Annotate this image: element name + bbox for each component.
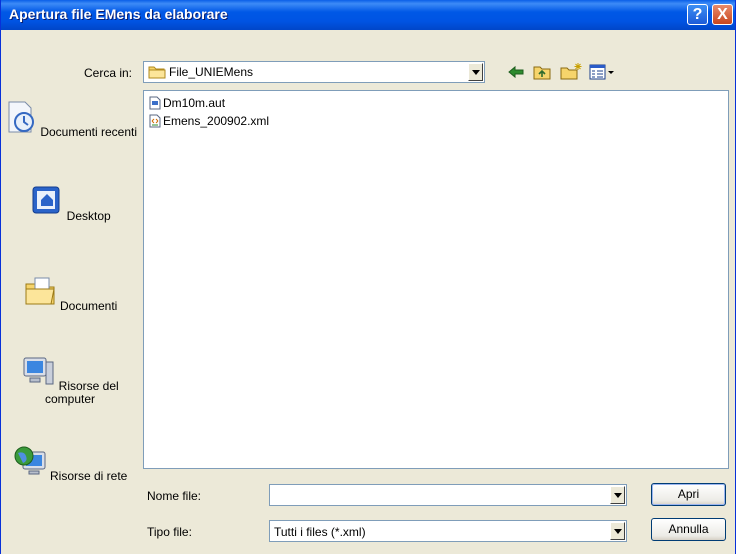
filename-label: Nome file: — [147, 489, 202, 503]
back-button[interactable] — [505, 61, 527, 83]
list-item[interactable]: Emens_200902.xml — [149, 113, 269, 129]
filetype-label: Tipo file: — [147, 525, 192, 539]
open-file-dialog: Apertura file EMens da elaborare ? X Cer… — [0, 0, 736, 554]
places-bar: Documenti recenti Desktop Documenti Riso… — [1, 82, 139, 524]
open-button[interactable]: Apri — [651, 483, 726, 506]
new-folder-button[interactable] — [559, 61, 582, 83]
view-menu-icon — [589, 64, 614, 80]
back-arrow-icon — [508, 65, 524, 79]
my-documents-icon — [25, 277, 55, 305]
lookin-combo[interactable]: File_UNIEMens — [143, 61, 485, 83]
cancel-button[interactable]: Annulla — [651, 518, 726, 541]
recent-documents-icon — [8, 101, 34, 133]
generic-file-icon — [149, 96, 161, 110]
lookin-label: Cerca in: — [84, 66, 133, 80]
up-folder-button[interactable] — [531, 61, 553, 83]
filetype-dropdown-arrow[interactable] — [610, 522, 625, 540]
view-menu-button[interactable] — [587, 61, 617, 83]
title-bar[interactable]: Apertura file EMens da elaborare ? X — [1, 0, 735, 30]
filename-dropdown-arrow[interactable] — [610, 486, 625, 504]
filename-input[interactable] — [272, 487, 606, 503]
window-title: Apertura file EMens da elaborare — [9, 6, 228, 22]
file-list[interactable]: Dm10m.aut Emens_200902.xml — [143, 90, 729, 469]
my-computer-icon — [23, 357, 54, 385]
folder-icon — [148, 66, 166, 79]
network-places-icon — [14, 446, 46, 475]
up-folder-icon — [533, 66, 551, 80]
place-desktop[interactable]: Desktop — [1, 184, 139, 223]
lookin-dropdown-arrow[interactable] — [468, 63, 483, 81]
lookin-value: File_UNIEMens — [169, 65, 254, 79]
filetype-select[interactable]: Tutti i files (*.xml) — [269, 520, 627, 542]
close-button[interactable]: X — [712, 4, 733, 25]
xml-file-icon — [149, 114, 161, 128]
place-my-computer[interactable]: Risorse del computer — [1, 354, 139, 406]
place-recent-documents[interactable]: Documenti recenti — [1, 100, 139, 139]
place-my-documents[interactable]: Documenti — [1, 274, 139, 313]
new-folder-icon — [560, 63, 582, 80]
desktop-icon — [32, 186, 60, 214]
filename-combo[interactable] — [269, 484, 627, 506]
filetype-value: Tutti i files (*.xml) — [274, 525, 366, 539]
help-button[interactable]: ? — [687, 4, 708, 25]
list-item[interactable]: Dm10m.aut — [149, 95, 225, 111]
place-network[interactable]: Risorse di rete — [1, 444, 139, 483]
